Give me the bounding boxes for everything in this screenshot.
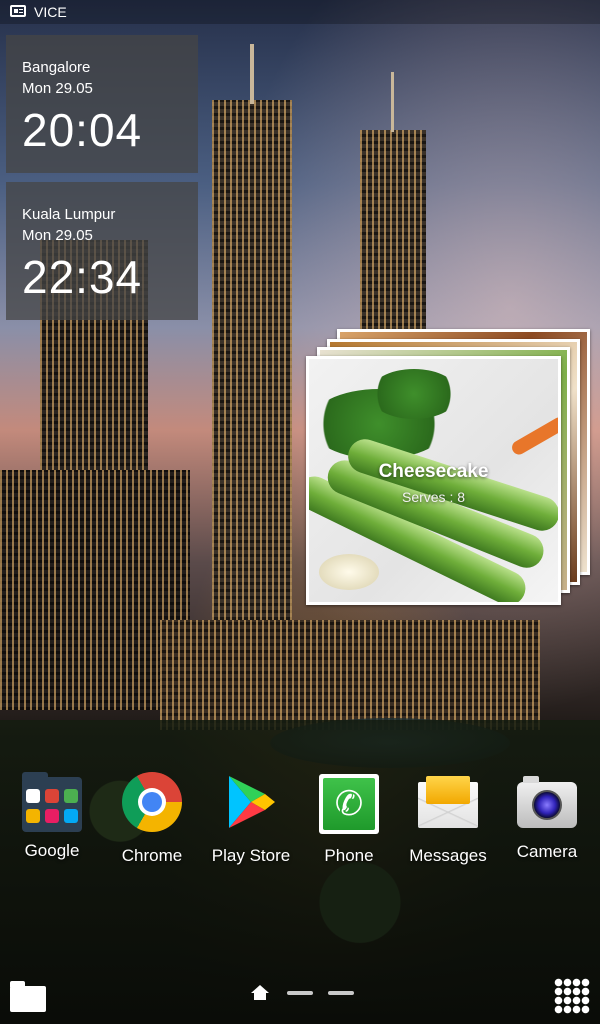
clock-date: Mon 29.05 bbox=[22, 227, 93, 244]
status-bar: VICE bbox=[0, 0, 600, 24]
messages-icon bbox=[418, 776, 478, 842]
app-play-store[interactable]: Play Store bbox=[201, 772, 301, 866]
page-indicator-2[interactable] bbox=[287, 991, 313, 995]
tower-right bbox=[360, 130, 426, 340]
play-store-icon bbox=[221, 772, 281, 832]
recipe-servings: Serves : 8 bbox=[401, 489, 466, 505]
clock-date: Mon 29.05 bbox=[22, 80, 93, 97]
tower-left bbox=[212, 100, 292, 620]
recipe-image: Cheesecake Serves : 8 bbox=[309, 359, 558, 602]
clock-city: Kuala Lumpur bbox=[22, 206, 116, 223]
recipe-title: Cheesecake bbox=[378, 461, 489, 482]
chrome-icon bbox=[122, 772, 182, 832]
clock-widget-bangalore[interactable]: Bangalore Mon 29.05 20:04 bbox=[6, 35, 198, 173]
app-label: Camera bbox=[516, 842, 578, 861]
app-label: Play Store bbox=[211, 846, 291, 865]
google-folder-icon bbox=[22, 772, 82, 832]
clock-time: 22:34 bbox=[22, 251, 143, 303]
app-label: Google bbox=[24, 841, 80, 860]
celery-leaves bbox=[369, 369, 459, 419]
tower-right-spire bbox=[391, 72, 394, 132]
app-google[interactable]: Google bbox=[2, 772, 102, 861]
app-chrome[interactable]: Chrome bbox=[102, 772, 202, 866]
trees bbox=[0, 720, 600, 1024]
clock-city: Bangalore bbox=[22, 59, 91, 76]
mall bbox=[160, 620, 540, 730]
status-app-name: VICE bbox=[34, 4, 67, 20]
clock-time: 20:04 bbox=[22, 104, 143, 156]
clock-widget-kuala-lumpur[interactable]: Kuala Lumpur Mon 29.05 22:34 bbox=[6, 182, 198, 320]
camera-icon bbox=[517, 776, 577, 828]
folder-icon[interactable] bbox=[10, 978, 46, 1014]
app-label: Chrome bbox=[121, 846, 183, 865]
carrot bbox=[509, 414, 558, 458]
app-messages[interactable]: Messages bbox=[398, 772, 498, 866]
recipe-card[interactable]: Cheesecake Serves : 8 bbox=[306, 356, 561, 605]
onion bbox=[319, 554, 379, 590]
home-page-indicator-icon[interactable] bbox=[250, 985, 270, 1001]
page-indicator-3[interactable] bbox=[328, 991, 354, 995]
tower-left-spire bbox=[250, 44, 254, 104]
app-phone[interactable]: ✆ Phone bbox=[299, 772, 399, 866]
phone-icon: ✆ bbox=[319, 774, 379, 834]
app-camera[interactable]: Camera bbox=[497, 772, 597, 862]
app-label: Messages bbox=[409, 846, 487, 865]
app-label: Phone bbox=[324, 846, 374, 865]
app-drawer-grid-icon[interactable] bbox=[554, 978, 590, 1014]
notification-card-icon bbox=[10, 5, 26, 17]
